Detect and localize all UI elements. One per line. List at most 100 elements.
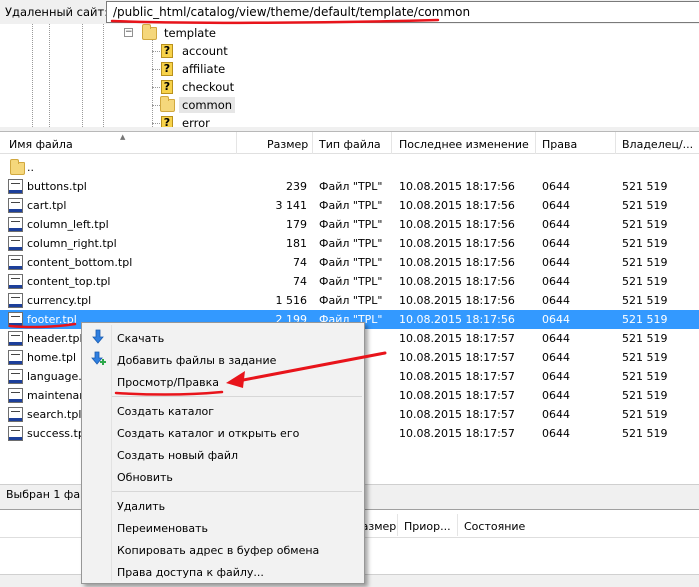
row-owner: 521 519 bbox=[622, 256, 668, 269]
tree-node-error[interactable]: ? error bbox=[161, 114, 213, 127]
menu-item-download[interactable]: Скачать bbox=[117, 332, 164, 345]
file-row[interactable]: currency.tpl 1 516 Файл "TPL" 10.08.2015 18… bbox=[0, 291, 699, 310]
row-modified: 10.08.2015 18:17:57 bbox=[399, 427, 515, 440]
collapse-template-toggle[interactable]: − bbox=[124, 28, 133, 37]
row-size: 74 bbox=[293, 275, 307, 288]
tree-node-common[interactable]: common bbox=[160, 95, 236, 114]
unknown-folder-icon: ? bbox=[161, 62, 173, 76]
tpl-file-icon bbox=[8, 198, 23, 213]
row-name: content_bottom.tpl bbox=[27, 256, 133, 269]
col-header-name[interactable]: Имя файла bbox=[9, 138, 73, 151]
tree-node-template[interactable]: template bbox=[142, 24, 219, 42]
row-type: Файл "TPL" bbox=[319, 256, 383, 269]
row-name: search.tpl bbox=[27, 408, 82, 421]
context-menu: Скачать Добавить файлы в задание Просмот… bbox=[81, 322, 365, 584]
row-modified: 10.08.2015 18:17:56 bbox=[399, 237, 515, 250]
tree-node-label: error bbox=[182, 116, 210, 127]
menu-item-view-edit[interactable]: Просмотр/Правка bbox=[117, 376, 219, 389]
row-permissions: 0644 bbox=[542, 237, 570, 250]
queue-col-priority[interactable]: Приор... bbox=[404, 520, 451, 533]
tree-node-label: account bbox=[182, 44, 228, 58]
row-modified: 10.08.2015 18:17:57 bbox=[399, 408, 515, 421]
tree-node-account[interactable]: ? account bbox=[161, 42, 231, 60]
col-header-size[interactable]: Размер bbox=[267, 138, 308, 151]
col-header-type[interactable]: Тип файла bbox=[319, 138, 381, 151]
menu-item-rename[interactable]: Переименовать bbox=[117, 522, 208, 535]
menu-item-delete[interactable]: Удалить bbox=[117, 500, 165, 513]
parent-directory-row[interactable]: .. bbox=[0, 158, 699, 177]
menu-item-create-directory-open[interactable]: Создать каталог и открыть его bbox=[117, 427, 299, 440]
tpl-file-icon bbox=[8, 236, 23, 251]
menu-item-refresh[interactable]: Обновить bbox=[117, 471, 173, 484]
tree-node-checkout[interactable]: ? checkout bbox=[161, 78, 237, 96]
row-modified: 10.08.2015 18:17:56 bbox=[399, 294, 515, 307]
row-modified: 10.08.2015 18:17:56 bbox=[399, 180, 515, 193]
row-permissions: 0644 bbox=[542, 332, 570, 345]
file-row[interactable]: column_right.tpl 181 Файл "TPL" 10.08.2015 … bbox=[0, 234, 699, 253]
row-name: buttons.tpl bbox=[27, 180, 87, 193]
row-owner: 521 519 bbox=[622, 370, 668, 383]
row-owner: 521 519 bbox=[622, 294, 668, 307]
unknown-folder-icon: ? bbox=[161, 44, 173, 58]
tree-node-label: common bbox=[179, 97, 236, 113]
file-row[interactable]: buttons.tpl 239 Файл "TPL" 10.08.2015 18:17… bbox=[0, 177, 699, 196]
row-permissions: 0644 bbox=[542, 294, 570, 307]
menu-item-permissions[interactable]: Права доступа к файлу... bbox=[117, 566, 264, 579]
sort-up-icon: ▲ bbox=[120, 133, 126, 141]
row-modified: 10.08.2015 18:17:57 bbox=[399, 370, 515, 383]
file-row[interactable]: content_bottom.tpl 74 Файл "TPL" 10.08.2015… bbox=[0, 253, 699, 272]
row-name: language.t bbox=[27, 370, 87, 383]
row-permissions: 0644 bbox=[542, 427, 570, 440]
row-type: Файл "TPL" bbox=[319, 199, 383, 212]
folder-icon bbox=[10, 159, 25, 175]
tree-node-label: checkout bbox=[182, 80, 235, 94]
row-permissions: 0644 bbox=[542, 389, 570, 402]
row-name: home.tpl bbox=[27, 351, 77, 364]
row-size: 74 bbox=[293, 256, 307, 269]
menu-item-create-directory[interactable]: Создать каталог bbox=[117, 405, 214, 418]
file-row[interactable]: cart.tpl 3 141 Файл "TPL" 10.08.2015 18:17:… bbox=[0, 196, 699, 215]
col-header-modified[interactable]: Последнее изменение bbox=[399, 138, 529, 151]
status-text: Выбран 1 фай bbox=[6, 488, 88, 501]
col-header-owner[interactable]: Владелец/... bbox=[622, 138, 693, 151]
tpl-file-icon bbox=[8, 407, 23, 422]
row-permissions: 0644 bbox=[542, 256, 570, 269]
row-modified: 10.08.2015 18:17:57 bbox=[399, 389, 515, 402]
row-permissions: 0644 bbox=[542, 370, 570, 383]
row-owner: 521 519 bbox=[622, 180, 668, 193]
queue-col-state[interactable]: Состояние bbox=[464, 520, 525, 533]
menu-item-copy-url[interactable]: Копировать адрес в буфер обмена bbox=[117, 544, 319, 557]
row-modified: 10.08.2015 18:17:57 bbox=[399, 332, 515, 345]
tree-node-affiliate[interactable]: ? affiliate bbox=[161, 60, 228, 78]
row-owner: 521 519 bbox=[622, 332, 668, 345]
row-owner: 521 519 bbox=[622, 237, 668, 250]
download-icon bbox=[92, 329, 104, 344]
col-header-permissions[interactable]: Права bbox=[542, 138, 577, 151]
row-owner: 521 519 bbox=[622, 313, 668, 326]
file-row[interactable]: content_top.tpl 74 Файл "TPL" 10.08.2015 18… bbox=[0, 272, 699, 291]
add-to-queue-icon bbox=[91, 351, 106, 365]
file-row[interactable]: column_left.tpl 179 Файл "TPL" 10.08.2015 1… bbox=[0, 215, 699, 234]
tree-node-label: affiliate bbox=[182, 62, 226, 76]
menu-item-create-file[interactable]: Создать новый файл bbox=[117, 449, 238, 462]
remote-path-input[interactable]: /public_html/catalog/view/theme/default/… bbox=[106, 1, 699, 23]
row-size: 1 516 bbox=[275, 294, 308, 307]
row-name: column_left.tpl bbox=[27, 218, 109, 231]
row-permissions: 0644 bbox=[542, 351, 570, 364]
row-modified: 10.08.2015 18:17:56 bbox=[399, 256, 515, 269]
row-permissions: 0644 bbox=[542, 408, 570, 421]
row-name: success.tp bbox=[27, 427, 85, 440]
row-modified: 10.08.2015 18:17:56 bbox=[399, 313, 515, 326]
tpl-file-icon bbox=[8, 217, 23, 232]
row-name: maintenan bbox=[27, 389, 87, 402]
unknown-folder-icon: ? bbox=[161, 80, 173, 94]
row-name: .. bbox=[27, 161, 34, 174]
file-list-header: ▲ Имя файла Размер Тип файла Последнее и… bbox=[0, 132, 699, 154]
row-owner: 521 519 bbox=[622, 408, 668, 421]
tpl-file-icon bbox=[8, 331, 23, 346]
row-size: 239 bbox=[286, 180, 307, 193]
menu-item-add-to-queue[interactable]: Добавить файлы в задание bbox=[117, 354, 276, 367]
row-owner: 521 519 bbox=[622, 351, 668, 364]
remote-site-label: Удаленный сайт: bbox=[5, 5, 109, 19]
row-type: Файл "TPL" bbox=[319, 275, 383, 288]
